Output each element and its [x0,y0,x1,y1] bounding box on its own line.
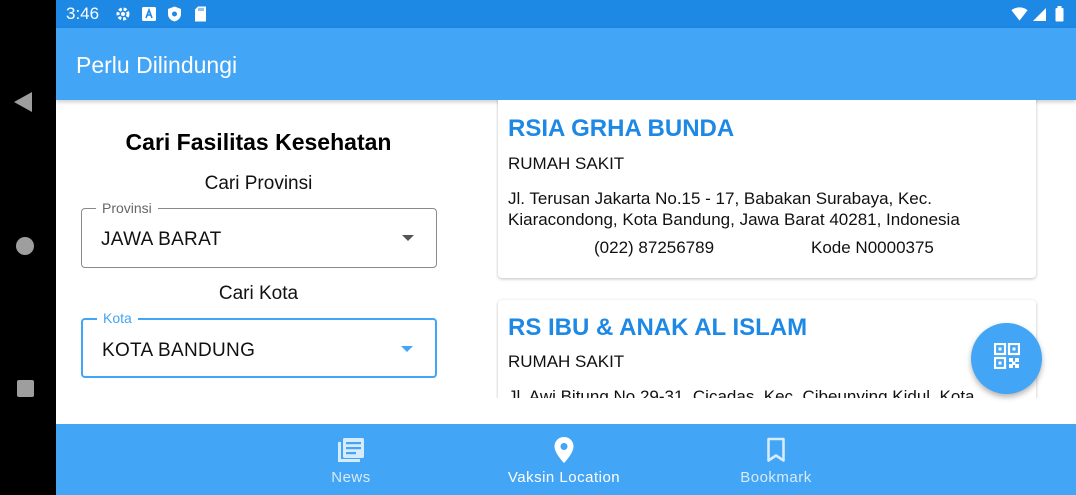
settings-icon [114,5,131,22]
facility-name: RSIA GRHA BUNDA [508,115,735,142]
news-icon [337,436,365,464]
sd-card-icon [192,5,209,22]
city-field-label: Kota [97,310,138,326]
back-icon[interactable] [14,92,32,112]
facility-card[interactable]: RSIA GRHA BUNDA RUMAH SAKIT Jl. Terusan … [498,100,1036,278]
app-bar: Perlu Dilindungi [56,28,1076,100]
facility-code: Kode N0000375 [811,238,934,257]
facility-phone: (022) 87256789 [594,238,715,257]
tab-vaksin-location-label: Vaksin Location [507,469,621,486]
status-time: 3:46 [66,4,100,23]
facility-card[interactable]: RS IBU & ANAK AL ISLAM RUMAH SAKIT Jl. A… [498,300,1036,398]
facility-type: RUMAH SAKIT [508,352,625,371]
bookmark-icon [762,436,790,464]
a-badge-icon [140,5,157,22]
city-dropdown[interactable]: Kota KOTA BANDUNG [81,310,437,378]
facility-list[interactable]: RSIA GRHA BUNDA RUMAH SAKIT Jl. Terusan … [496,100,1042,398]
recents-icon[interactable] [17,380,34,397]
home-icon[interactable] [16,237,34,255]
facility-address: Jl. Terusan Jakarta No.15 - 17, Babakan … [508,189,960,229]
status-bar: 3:46 [56,0,1076,28]
search-title: Cari Fasilitas Kesehatan [125,129,392,155]
tab-vaksin-location[interactable]: Vaksin Location [484,424,644,495]
search-panel: Cari Fasilitas Kesehatan Cari Provinsi P… [56,100,461,424]
province-field-label: Provinsi [96,200,158,216]
tab-news-label: News [331,469,371,486]
dropdown-arrow-icon [401,346,413,352]
facility-address: Jl. Awi Bitung No.29-31, Cicadas, Kec. C… [508,387,975,398]
tab-news[interactable]: News [271,424,431,495]
system-navigation-bar [0,0,56,495]
city-label: Cari Kota [218,283,299,304]
tab-bookmark[interactable]: Bookmark [696,424,856,495]
signal-icon [1031,5,1048,22]
province-value: JAWA BARAT [101,229,222,250]
province-label: Cari Provinsi [204,173,313,194]
shield-icon [166,5,183,22]
bottom-navigation: News Vaksin Location Bookmark [56,424,1076,495]
qr-scan-button[interactable] [971,323,1042,394]
wifi-icon [1011,5,1028,22]
app-screen: 3:46 Perlu Dilindungi Cari Fasilitas Kes… [56,0,1076,495]
facility-name: RS IBU & ANAK AL ISLAM [508,314,808,341]
battery-icon [1051,5,1068,22]
app-title: Perlu Dilindungi [76,52,238,78]
tab-bookmark-label: Bookmark [740,469,812,486]
qr-code-icon [993,342,1020,374]
location-pin-icon [550,436,578,464]
province-dropdown[interactable]: Provinsi JAWA BARAT [81,200,437,268]
city-value: KOTA BANDUNG [102,340,256,361]
facility-type: RUMAH SAKIT [508,154,625,173]
dropdown-arrow-icon [402,235,414,241]
